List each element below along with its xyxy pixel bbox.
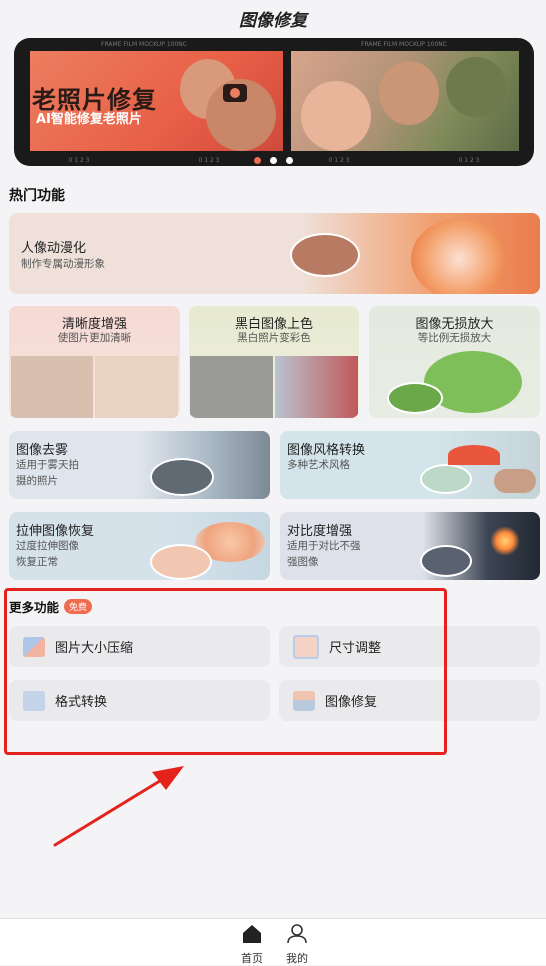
annotation-arrow [53,766,184,847]
home-icon [243,925,261,943]
tab-label: 首页 [241,952,263,965]
tab-mine[interactable]: 我的 [277,924,317,966]
bottom-tab-bar: 首页 我的 [0,918,546,965]
user-icon [287,924,307,944]
tab-home[interactable]: 首页 [232,924,272,966]
tab-label: 我的 [286,952,308,965]
